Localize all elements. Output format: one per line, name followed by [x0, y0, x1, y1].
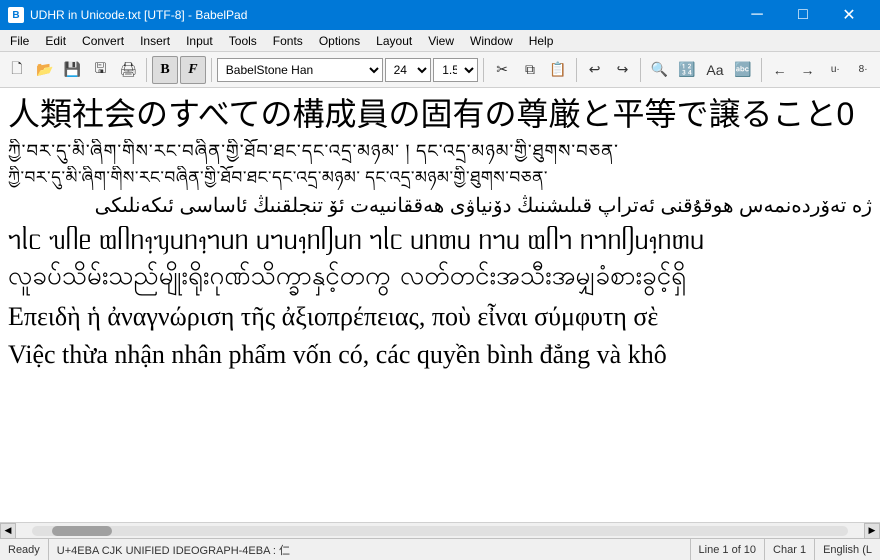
text-line-6: လူခပ်သိမ်းသည်မျိုးရိုးဂုဏ်သိက္ခာနှင့်တကွ…: [8, 260, 872, 296]
prev-button[interactable]: ←: [767, 56, 793, 84]
redo-button[interactable]: ↪: [610, 56, 636, 84]
charmap-button[interactable]: Aa: [702, 56, 728, 84]
menu-window[interactable]: Window: [462, 30, 521, 51]
save-button[interactable]: 💾: [60, 56, 86, 84]
menu-options[interactable]: Options: [311, 30, 368, 51]
italic-button[interactable]: F: [180, 56, 206, 84]
text-line-5: ᥐᥣᥴ ᥔᥥᥱ ᥗᥥᥒ᥄ᥡᥙᥒ᥄ᥐᥙᥒ ᥙᥐᥙ᥄ᥒᥦᥙᥒ ᥐᥣᥴ ᥙᥒᥖᥙ ᥒᥐ…: [8, 222, 872, 258]
status-language: English (L: [815, 539, 880, 560]
close-button[interactable]: ✕: [826, 0, 872, 30]
font-size-selector[interactable]: 24: [385, 58, 432, 82]
sep4: [576, 58, 577, 82]
menu-help[interactable]: Help: [521, 30, 562, 51]
menu-file[interactable]: File: [2, 30, 37, 51]
sep6: [761, 58, 762, 82]
menu-view[interactable]: View: [420, 30, 462, 51]
app-icon: B: [8, 7, 24, 23]
status-char-info: U+4EBA CJK UNIFIED IDEOGRAPH-4EBA : 仁: [49, 539, 691, 560]
sep2: [211, 58, 212, 82]
menu-edit[interactable]: Edit: [37, 30, 74, 51]
scroll-thumb[interactable]: [52, 526, 112, 536]
undo-button[interactable]: ↩: [582, 56, 608, 84]
minimize-button[interactable]: ─: [734, 0, 780, 30]
extra2-button[interactable]: 8·: [850, 56, 876, 84]
maximize-button[interactable]: □: [780, 0, 826, 30]
horizontal-scrollbar[interactable]: ◀ ▶: [0, 522, 880, 538]
menu-bar: File Edit Convert Insert Input Tools Fon…: [0, 30, 880, 52]
extra-button[interactable]: u·: [822, 56, 848, 84]
paste-button[interactable]: 📋: [545, 56, 571, 84]
status-ready: Ready: [0, 539, 49, 560]
open-button[interactable]: 📂: [32, 56, 58, 84]
text-line-7: Επειδὴ ἡ ἀναγνώριση τῆς ἀξιοπρέπειας, πο…: [8, 299, 872, 335]
menu-convert[interactable]: Convert: [74, 30, 132, 51]
next-button[interactable]: →: [795, 56, 821, 84]
scroll-left-button[interactable]: ◀: [0, 523, 16, 539]
sep1: [146, 58, 147, 82]
font-selector[interactable]: BabelStone Han: [217, 58, 383, 82]
editor-area[interactable]: 人類社会のすべての構成員の固有の尊厳と平等で譲ること0 ཀྱི་བར་དུ་མི…: [0, 88, 880, 522]
scroll-track[interactable]: [32, 526, 848, 536]
status-char-label: Char 1: [765, 539, 815, 560]
print-button[interactable]: 🖨: [115, 56, 141, 84]
copy-button[interactable]: ⧉: [517, 56, 543, 84]
window-title: UDHR in Unicode.txt [UTF-8] - BabelPad: [30, 8, 734, 22]
bold-button[interactable]: B: [152, 56, 178, 84]
sep3: [483, 58, 484, 82]
toolbar: 🗋 📂 💾 🖫 🖨 B F BabelStone Han 24 1.5 ✂ ⧉ …: [0, 52, 880, 88]
text-line-2: ཀྱི་བར་དུ་མི་ཞིག་གིས་རང་བཞིན་གྱི་ཐོབ་ཐང་…: [8, 139, 872, 164]
goto-button[interactable]: 🔢: [674, 56, 700, 84]
title-bar: B UDHR in Unicode.txt [UTF-8] - BabelPad…: [0, 0, 880, 30]
scroll-right-button[interactable]: ▶: [864, 523, 880, 539]
new-button[interactable]: 🗋: [4, 56, 30, 84]
menu-input[interactable]: Input: [178, 30, 221, 51]
status-position: Line 1 of 10: [691, 539, 766, 560]
text-line-8: Việc thừa nhận nhân phẩm vốn có, các quy…: [8, 337, 872, 373]
save-as-button[interactable]: 🖫: [87, 56, 113, 84]
menu-layout[interactable]: Layout: [368, 30, 420, 51]
text-line-4: ژە تەۆردەنمەس ھوقۇقنى ئەتراپ قىلىشنىڭ دۆ…: [8, 192, 872, 220]
cut-button[interactable]: ✂: [489, 56, 515, 84]
status-bar: Ready U+4EBA CJK UNIFIED IDEOGRAPH-4EBA …: [0, 538, 880, 560]
menu-fonts[interactable]: Fonts: [265, 30, 311, 51]
window-controls: ─ □ ✕: [734, 0, 872, 30]
menu-insert[interactable]: Insert: [132, 30, 178, 51]
sep5: [640, 58, 641, 82]
unicode-button[interactable]: 🔤: [730, 56, 756, 84]
find-button[interactable]: 🔍: [646, 56, 672, 84]
menu-tools[interactable]: Tools: [221, 30, 265, 51]
text-line-3: ཀྱི་བར་དུ་མི་ཞིག་གིས་རང་བཞིན་གྱི་ཐོབ་ཐང་…: [8, 166, 872, 190]
line-spacing-selector[interactable]: 1.5: [433, 58, 478, 82]
text-line-1: 人類社会のすべての構成員の固有の尊厳と平等で譲ること0: [8, 92, 872, 137]
